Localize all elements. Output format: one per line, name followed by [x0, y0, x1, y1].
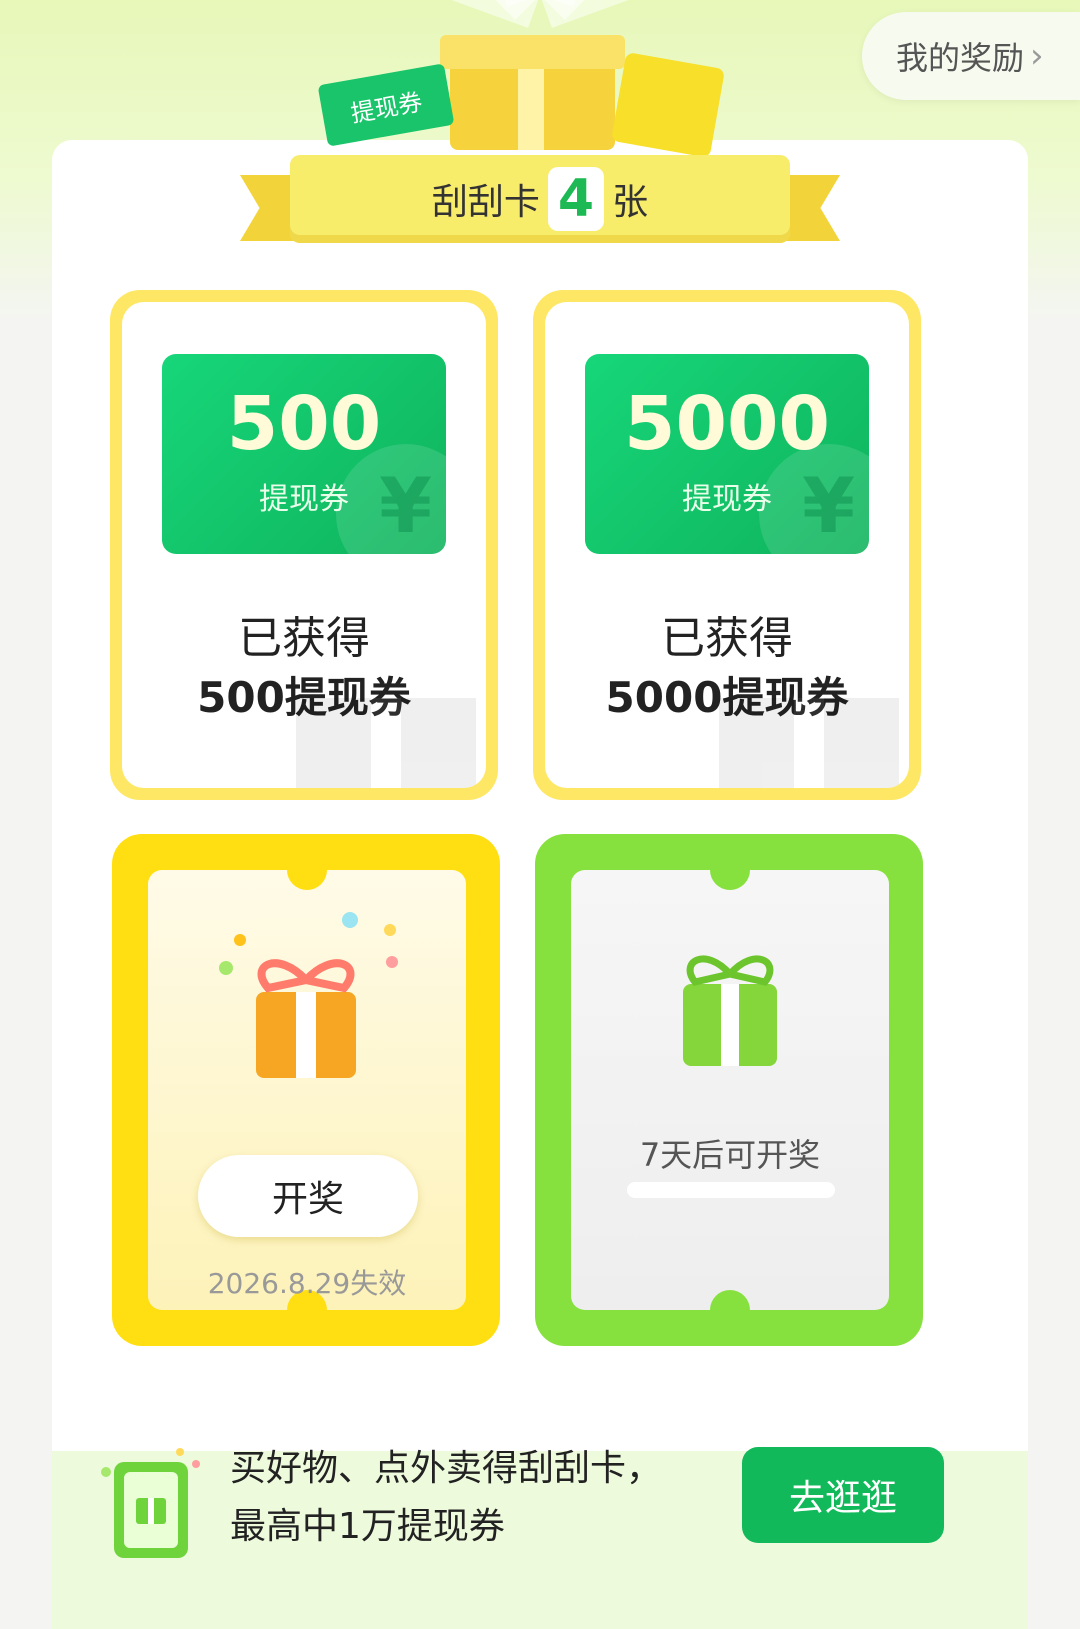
scratch-card-ready[interactable]: 开奖 2026.8.29失效	[112, 834, 500, 1346]
scratch-count-banner: 刮刮卡 4 张	[240, 155, 840, 255]
yen-icon: ¥	[802, 461, 855, 550]
go-shopping-button[interactable]: 去逛逛	[742, 1447, 944, 1543]
faint-gift-icon	[719, 698, 899, 788]
gift-lid-icon	[440, 35, 625, 69]
unlock-countdown: 7天后可开奖	[639, 1136, 821, 1174]
expire-date: 2026.8.29失效	[207, 1267, 407, 1300]
ticket-face: 开奖 2026.8.29失效	[148, 850, 466, 1330]
ticket-icon	[610, 52, 726, 158]
open-prize-button[interactable]: 开奖	[198, 1155, 418, 1237]
faint-gift-icon	[296, 698, 476, 788]
scratch-card-locked[interactable]: 7天后可开奖	[535, 834, 923, 1346]
gift-icon	[219, 912, 398, 1078]
banner-prefix: 刮刮卡	[431, 182, 540, 223]
won-card-500[interactable]: ¥ 500 提现券 已获得 500提现券	[110, 290, 498, 800]
my-rewards-button[interactable]: 我的奖励 ›	[862, 12, 1080, 100]
progress-bar	[627, 1182, 835, 1198]
promo-text: 买好物、点外卖得刮刮卡， 最高中1万提现券	[230, 1440, 710, 1556]
banner-suffix: 张	[612, 182, 649, 223]
promo-line-1: 买好物、点外卖得刮刮卡，	[230, 1448, 663, 1489]
yen-icon: ¥	[379, 461, 432, 550]
voucher-500: ¥ 500 提现券	[162, 354, 446, 554]
scratch-ticket-icon	[101, 1448, 200, 1558]
ticket-face: 7天后可开奖	[571, 850, 889, 1330]
gift-icon	[683, 955, 777, 1066]
voucher-5000: ¥ 5000 提现券	[585, 354, 869, 554]
chevron-right-icon: ›	[1030, 36, 1044, 76]
my-rewards-label: 我的奖励	[896, 39, 1025, 77]
promo-line-2: 最高中1万提现券	[230, 1506, 505, 1547]
won-card-5000[interactable]: ¥ 5000 提现券 已获得 5000提现券	[533, 290, 921, 800]
scratch-count: 4	[547, 167, 605, 231]
